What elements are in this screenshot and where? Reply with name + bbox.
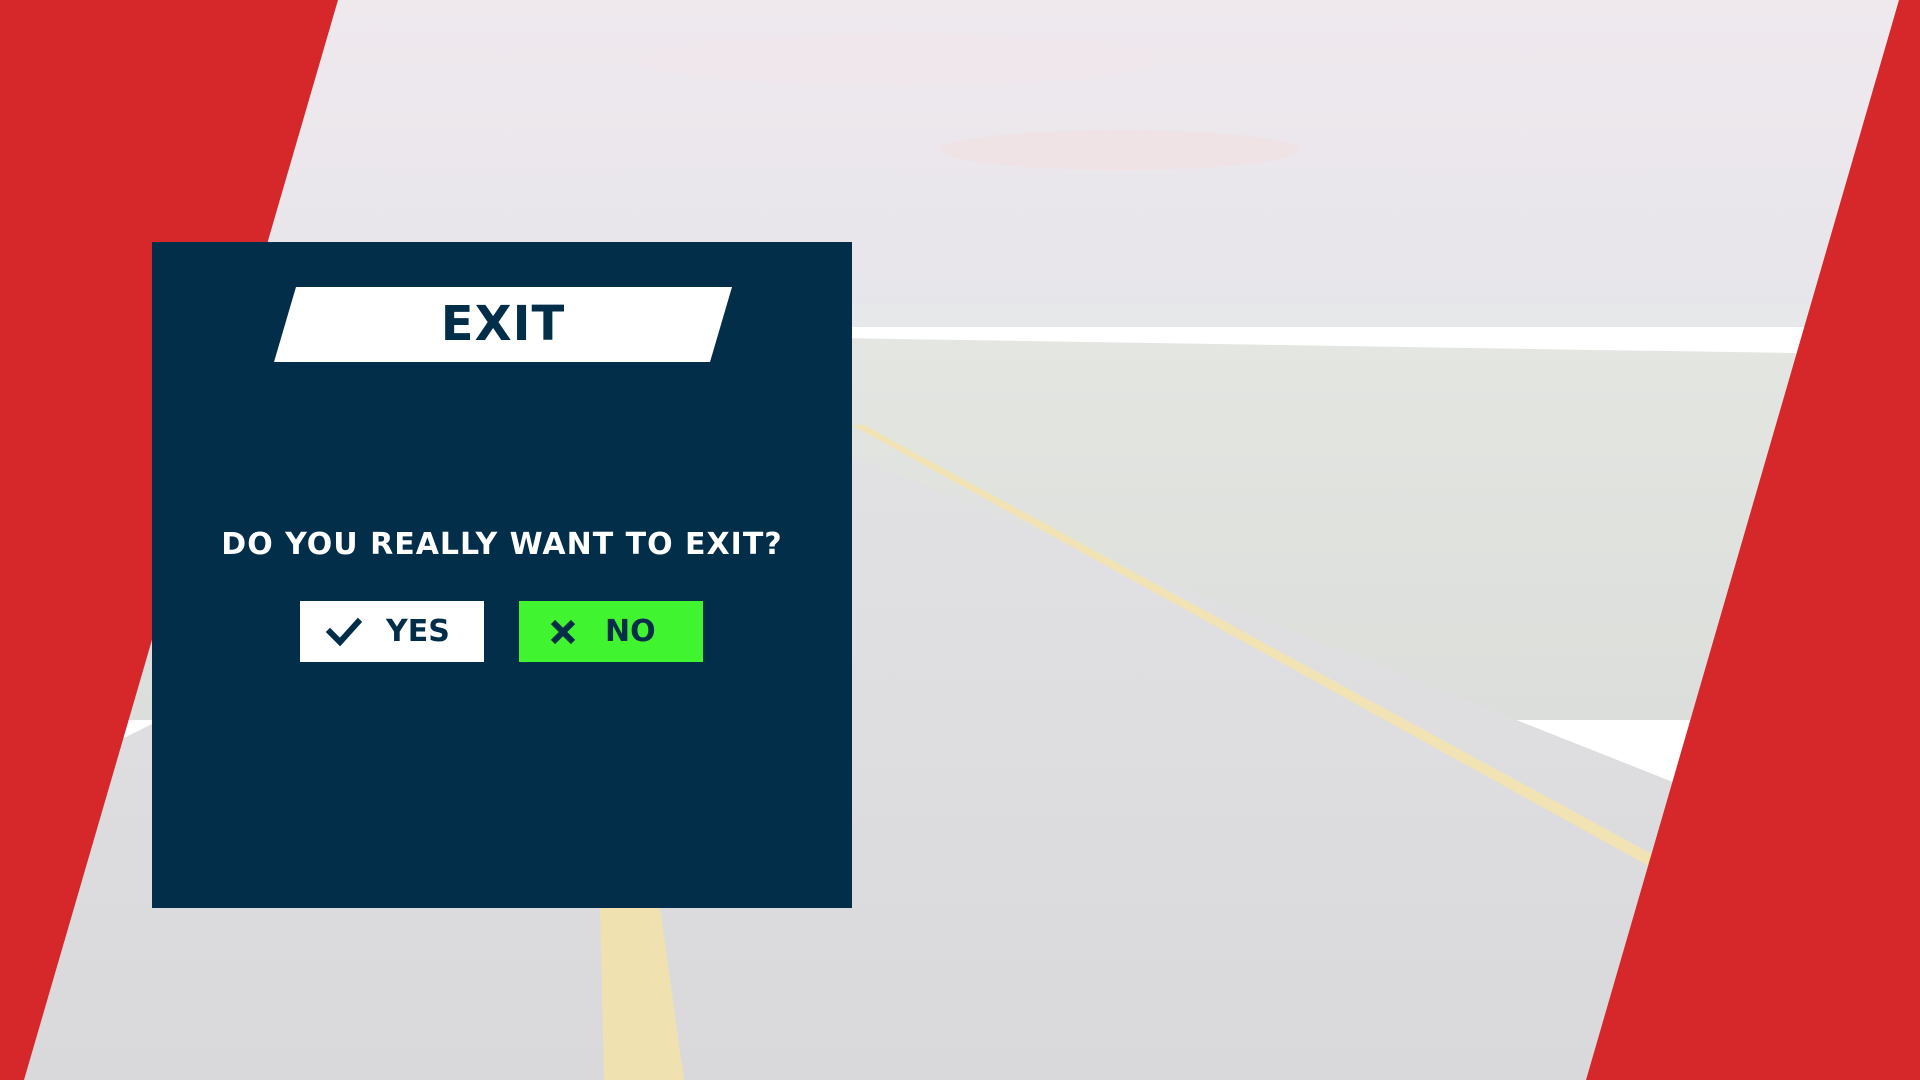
exit-screen: EXIT DO YOU REALLY WANT TO EXIT? YES NO: [0, 0, 1920, 1080]
checkmark-icon: [325, 614, 363, 650]
exit-question: DO YOU REALLY WANT TO EXIT?: [221, 527, 783, 562]
yes-button-label: YES: [386, 614, 450, 649]
dialog-title: EXIT: [440, 296, 566, 352]
close-icon: [545, 614, 581, 650]
exit-dialog: EXIT DO YOU REALLY WANT TO EXIT? YES NO: [152, 242, 852, 908]
yes-button[interactable]: YES: [300, 601, 484, 662]
no-button[interactable]: NO: [519, 601, 703, 662]
title-banner: EXIT: [274, 287, 732, 362]
no-button-label: NO: [605, 614, 656, 649]
